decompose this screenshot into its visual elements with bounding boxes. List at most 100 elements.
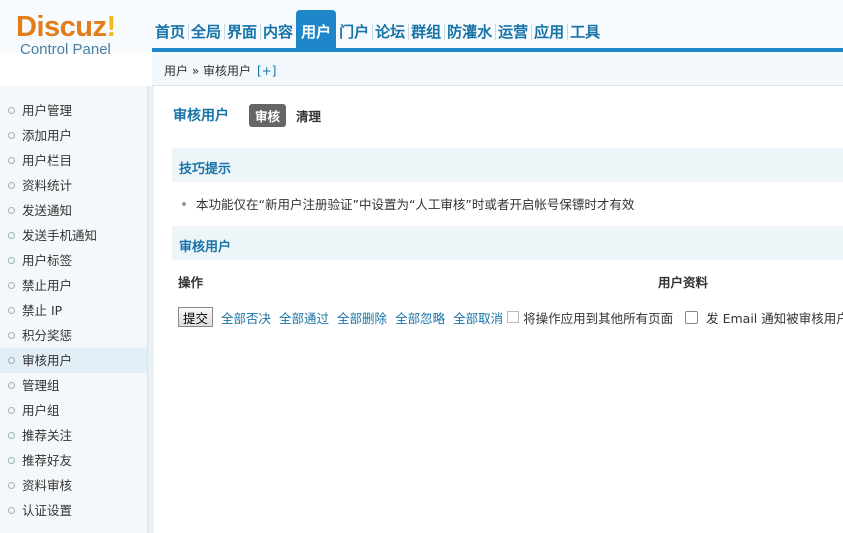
bullet-icon <box>8 257 15 264</box>
logo-brand-text: Discuz <box>16 11 107 43</box>
bullet-icon <box>8 432 15 439</box>
action-row: 提交 全部否决 全部通过 全部删除 全部忽略 全部取消 将操作应用到其他所有页面… <box>178 306 843 328</box>
tips-body: 本功能仅在“新用户注册验证”中设置为“人工审核”时或者开启帐号保镖时才有效 <box>182 194 634 213</box>
sidebar-item-label: 禁止 IP <box>22 303 63 318</box>
delete-all-link[interactable]: 全部删除 <box>337 308 387 327</box>
email-notify-checkbox[interactable] <box>685 310 699 324</box>
nav-item-content[interactable]: 内容 <box>260 10 296 48</box>
header: Discuz! Control Panel 首页 全局 界面 内容 用户 门户 … <box>0 0 843 58</box>
sidebar-item-admin-groups[interactable]: 管理组 <box>0 373 147 398</box>
sidebar-item-label: 推荐关注 <box>22 428 73 443</box>
bullet-icon <box>182 201 186 206</box>
sidebar-item-ban-user[interactable]: 禁止用户 <box>0 273 147 298</box>
bullet-icon <box>8 482 15 489</box>
sidebar-item-profile-audit[interactable]: 资料审核 <box>0 473 147 498</box>
cancel-all-link[interactable]: 全部取消 <box>453 308 503 327</box>
reject-all-link[interactable]: 全部否决 <box>221 308 271 327</box>
sidebar-item-user-management[interactable]: 用户管理 <box>0 98 147 123</box>
submit-button[interactable]: 提交 <box>178 307 214 327</box>
nav-item-tools[interactable]: 工具 <box>567 10 603 48</box>
tips-heading: 技巧提示 <box>179 162 232 177</box>
bullet-icon <box>8 157 15 164</box>
ignore-all-link[interactable]: 全部忽略 <box>395 308 445 327</box>
sidebar-item-profile-stats[interactable]: 资料统计 <box>0 173 147 198</box>
nav-item-global[interactable]: 全局 <box>188 10 226 48</box>
bullet-icon <box>8 207 15 214</box>
logo-subtitle: Control Panel <box>20 41 111 58</box>
sidebar-item-label: 添加用户 <box>22 128 73 143</box>
sidebar-item-label: 用户标签 <box>22 253 73 268</box>
bullet-icon <box>8 382 15 389</box>
apply-all-pages-label: 将操作应用到其他所有页面 <box>523 310 674 326</box>
breadcrumb-path: 用户 » 审核用户 <box>164 64 251 78</box>
sidebar-item-send-sms[interactable]: 发送手机通知 <box>0 223 147 248</box>
nav-item-users[interactable]: 用户 <box>296 10 337 48</box>
sidebar-item-label: 发送手机通知 <box>22 228 98 243</box>
sidebar-item-recommend-follow[interactable]: 推荐关注 <box>0 423 147 448</box>
top-nav: 首页 全局 界面 内容 用户 门户 论坛 群组 防灌水 运营 应用 工具 <box>152 10 603 48</box>
audit-section-heading: 审核用户 <box>179 240 232 255</box>
sidebar-item-label: 资料统计 <box>22 178 73 193</box>
table-header: 操作 用户资料 <box>178 272 843 292</box>
nav-item-operation[interactable]: 运营 <box>495 10 533 48</box>
sidebar-item-label: 管理组 <box>22 378 60 393</box>
sidebar-item-label: 资料审核 <box>22 478 73 493</box>
nav-item-interface[interactable]: 界面 <box>224 10 262 48</box>
bullet-icon <box>8 282 15 289</box>
bullet-icon <box>8 357 15 364</box>
email-notify-label: 发 Email 通知被审核用户 <box>706 310 843 326</box>
tips-header: 技巧提示 <box>172 148 843 182</box>
breadcrumb: 用户 » 审核用户 [+] <box>152 52 843 86</box>
sidebar-item-label: 禁止用户 <box>22 278 73 293</box>
sidebar-item-label: 审核用户 <box>22 353 73 368</box>
logo: Discuz! Control Panel <box>16 12 146 62</box>
sidebar-item-label: 推荐好友 <box>22 453 73 468</box>
nav-item-antispam[interactable]: 防灌水 <box>444 10 497 48</box>
sidebar-item-user-columns[interactable]: 用户栏目 <box>0 148 147 173</box>
logo-brand-bang: ! <box>106 11 116 43</box>
bullet-icon <box>8 107 15 114</box>
bullet-icon <box>8 332 15 339</box>
sidebar-item-label: 发送通知 <box>22 203 73 218</box>
sidebar-item-label: 积分奖惩 <box>22 328 73 343</box>
sidebar-divider <box>147 86 154 533</box>
breadcrumb-add-button[interactable]: [+] <box>257 64 276 78</box>
sidebar: 用户管理 添加用户 用户栏目 资料统计 发送通知 发送手机通知 用户标签 禁止用… <box>0 86 147 533</box>
tab-audit[interactable]: 审核 <box>249 103 287 127</box>
sidebar-item-label: 认证设置 <box>22 503 73 518</box>
tips-text: 本功能仅在“新用户注册验证”中设置为“人工审核”时或者开启帐号保镖时才有效 <box>196 197 635 212</box>
page-title: 审核用户 <box>173 108 229 124</box>
approve-all-link[interactable]: 全部通过 <box>279 308 329 327</box>
nav-item-home[interactable]: 首页 <box>152 10 190 48</box>
bullet-icon <box>8 232 15 239</box>
nav-item-apps[interactable]: 应用 <box>531 10 569 48</box>
column-header-profile: 用户资料 <box>658 275 709 290</box>
sidebar-item-label: 用户组 <box>22 403 60 418</box>
nav-item-group[interactable]: 群组 <box>408 10 446 48</box>
sidebar-item-recommend-friends[interactable]: 推荐好友 <box>0 448 147 473</box>
bullet-icon <box>8 182 15 189</box>
sidebar-item-user-groups[interactable]: 用户组 <box>0 398 147 423</box>
logo-brand: Discuz! <box>16 12 146 42</box>
sidebar-item-credits[interactable]: 积分奖惩 <box>0 323 147 348</box>
sidebar-item-verify-settings[interactable]: 认证设置 <box>0 498 147 523</box>
bullet-icon <box>8 407 15 414</box>
audit-section-header: 审核用户 <box>172 226 843 260</box>
bullet-icon <box>8 132 15 139</box>
sidebar-item-ban-ip[interactable]: 禁止 IP <box>0 298 147 323</box>
column-header-operation: 操作 <box>178 275 204 290</box>
apply-all-pages-checkbox[interactable] <box>507 311 520 323</box>
bullet-icon <box>8 507 15 514</box>
sidebar-item-audit-users[interactable]: 审核用户 <box>0 348 147 373</box>
sidebar-item-send-notice[interactable]: 发送通知 <box>0 198 147 223</box>
sidebar-item-add-user[interactable]: 添加用户 <box>0 123 147 148</box>
nav-item-portal[interactable]: 门户 <box>336 10 374 48</box>
nav-item-forum[interactable]: 论坛 <box>372 10 410 48</box>
sidebar-item-label: 用户管理 <box>22 103 73 118</box>
tab-clean[interactable]: 清理 <box>296 106 321 125</box>
sidebar-item-user-tags[interactable]: 用户标签 <box>0 248 147 273</box>
sidebar-item-label: 用户栏目 <box>22 153 73 168</box>
title-row: 审核用户 审核 清理 <box>173 103 321 127</box>
bullet-icon <box>8 457 15 464</box>
bullet-icon <box>8 307 15 314</box>
